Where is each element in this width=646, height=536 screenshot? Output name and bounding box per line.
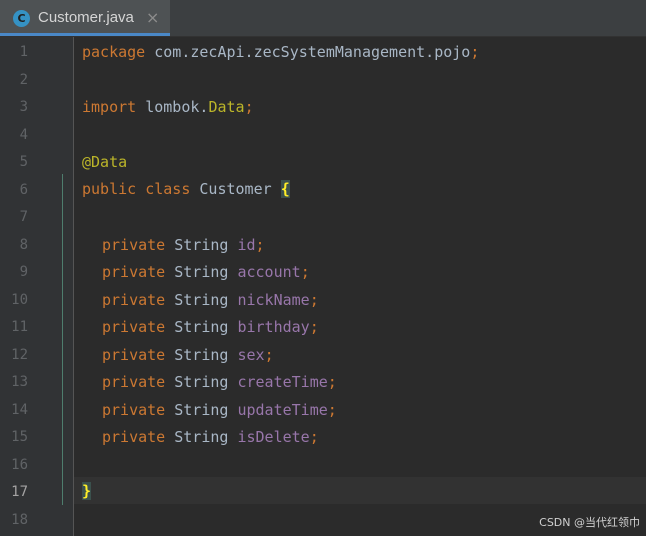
line-number: 17 <box>11 484 28 500</box>
type-name: String <box>165 400 238 419</box>
field-name: createTime <box>237 373 328 391</box>
field-declaration-line: private String account; <box>82 262 310 282</box>
code-line-1: package com.zecApi.zecSystemManagement.p… <box>82 42 479 62</box>
line-number: 9 <box>19 264 28 280</box>
semicolon: ; <box>244 98 254 116</box>
close-brace: } <box>82 482 92 500</box>
field-name: sex <box>237 345 265 364</box>
line-number: 13 <box>11 374 28 390</box>
code-line-6: public class Customer { <box>82 179 290 199</box>
line-number: 18 <box>11 511 28 528</box>
semicolon: ; <box>300 263 310 281</box>
keyword: private <box>102 235 166 254</box>
fold-guide <box>62 174 63 505</box>
field-name: account <box>237 263 301 281</box>
line-number: 8 <box>19 236 28 253</box>
line-number: 10 <box>11 291 28 308</box>
type-name: String <box>165 290 238 309</box>
line-number: 6 <box>19 181 28 198</box>
code-line-5: @Data <box>82 152 127 172</box>
line-number: 4 <box>19 126 28 143</box>
field-declaration-line: private String id; <box>82 235 265 255</box>
type-name: String <box>165 373 238 391</box>
semicolon: ; <box>327 373 337 391</box>
line-number: 2 <box>19 71 28 88</box>
field-declaration-line: private String nickName; <box>82 290 319 310</box>
annotation: @Data <box>82 153 128 171</box>
line-number: 12 <box>11 346 28 363</box>
keyword: package <box>82 43 146 61</box>
package-name: com.zecApi.zecSystemManagement.pojo <box>145 43 471 61</box>
open-brace: { <box>280 180 290 198</box>
semicolon: ; <box>470 43 480 61</box>
field-declaration-line: private String createTime; <box>82 372 337 392</box>
semicolon: ; <box>309 290 319 309</box>
line-number: 7 <box>19 209 28 225</box>
type-name: String <box>165 263 238 281</box>
java-class-icon: C <box>13 10 30 27</box>
keyword: private <box>102 428 166 446</box>
semicolon: ; <box>309 318 319 336</box>
tab-label: Customer.java <box>38 9 134 26</box>
import-path: lombok. <box>136 98 209 116</box>
semicolon: ; <box>264 345 274 364</box>
keyword: private <box>102 400 166 419</box>
field-declaration-line: private String isDelete; <box>82 427 319 447</box>
keyword: private <box>102 373 166 391</box>
line-number: 15 <box>11 429 28 445</box>
field-declaration-line: private String birthday; <box>82 317 319 337</box>
line-number: 16 <box>11 456 28 473</box>
field-declaration-line: private String updateTime; <box>82 400 337 420</box>
semicolon: ; <box>255 235 265 254</box>
field-name: updateTime <box>237 400 328 419</box>
current-line-highlight <box>74 477 646 504</box>
type-name: String <box>165 318 238 336</box>
import-class: Data <box>208 98 245 116</box>
semicolon: ; <box>327 400 337 419</box>
line-number: 14 <box>11 401 28 418</box>
code-editor[interactable]: 1 2 3 4 5 6 7 8 9 10 11 12 13 14 15 16 17 18 package com.… <box>0 37 646 536</box>
editor-tab-bar: C Customer.java × <box>0 0 646 37</box>
class-name: Customer <box>190 180 281 198</box>
line-number: 11 <box>11 319 28 335</box>
line-number: 3 <box>19 99 28 115</box>
line-number: 1 <box>19 44 28 60</box>
keyword: private <box>102 290 166 309</box>
field-declaration-line: private String sex; <box>82 345 274 365</box>
field-name: isDelete <box>237 428 310 446</box>
watermark: CSDN @当代红领巾 <box>539 516 640 529</box>
code-line-17: } <box>82 481 92 501</box>
keyword: private <box>102 318 166 336</box>
field-name: nickName <box>237 290 310 309</box>
line-number: 5 <box>19 154 28 170</box>
keyword: private <box>102 263 166 281</box>
keyword: import <box>82 98 137 116</box>
type-name: String <box>165 235 238 254</box>
semicolon: ; <box>309 428 319 446</box>
field-name: id <box>237 235 256 254</box>
keyword: public class <box>82 180 191 198</box>
type-name: String <box>165 345 238 364</box>
keyword: private <box>102 345 166 364</box>
close-icon[interactable]: × <box>146 8 159 27</box>
tab-customer-java[interactable]: C Customer.java × <box>0 0 170 36</box>
type-name: String <box>165 428 238 446</box>
field-name: birthday <box>237 318 310 336</box>
code-line-3: import lombok.Data; <box>82 97 254 117</box>
